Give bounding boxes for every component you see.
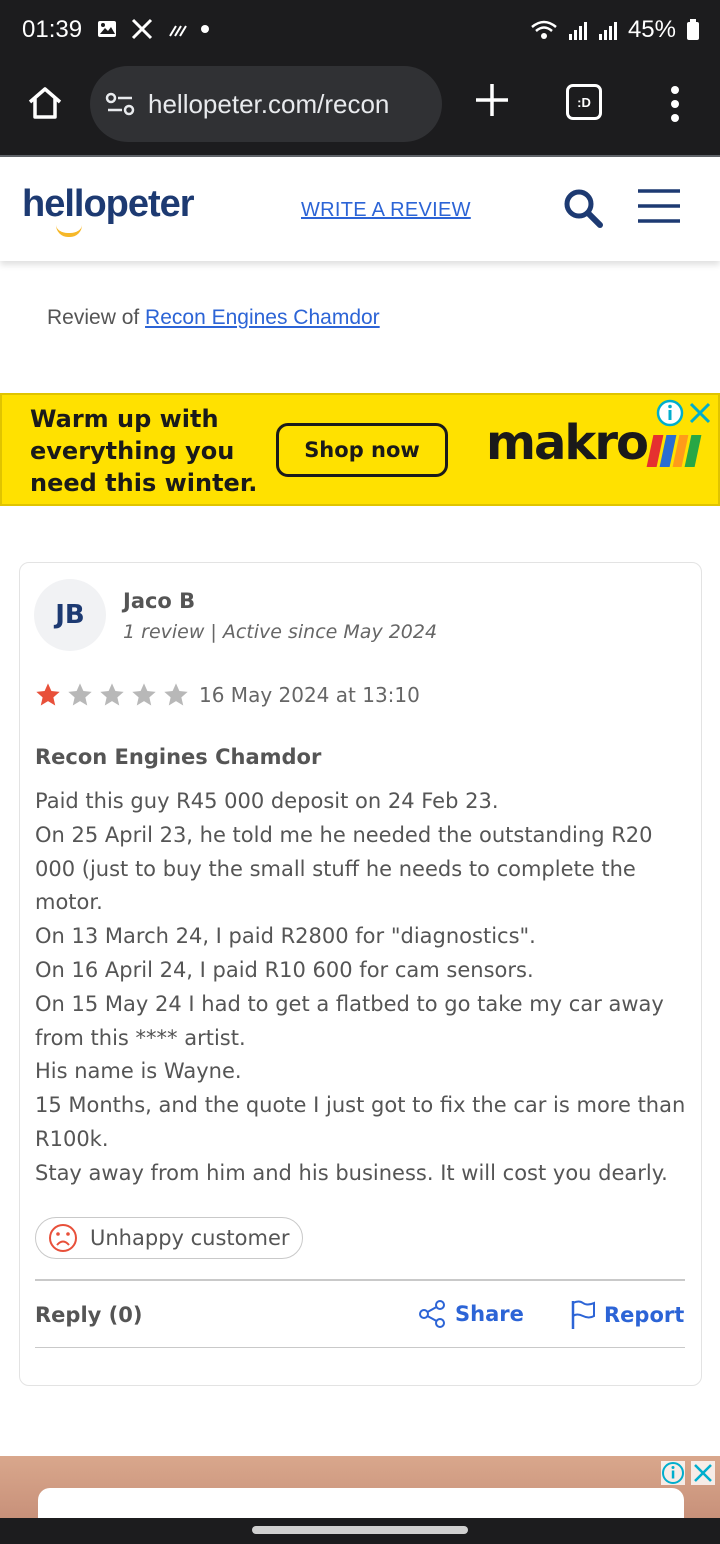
sentiment-badge: Unhappy customer xyxy=(35,1217,303,1259)
system-icons: 45% xyxy=(530,16,700,44)
report-label: Report xyxy=(604,1303,685,1327)
reviewer-meta: 1 review | Active since May 2024 xyxy=(123,621,438,643)
review-date: 16 May 2024 at 13:10 xyxy=(199,683,420,707)
reply-button[interactable]: Reply (0) xyxy=(35,1303,142,1327)
review-line: from this **** artist. xyxy=(35,1025,246,1050)
review-line: On 15 May 24 I had to get a flatbed to g… xyxy=(35,991,664,1016)
ad-close-icon[interactable] xyxy=(690,1460,716,1486)
review-line: 15 Months, and the quote I just got to f… xyxy=(35,1093,686,1118)
review-of-breadcrumb: Review of Recon Engines Chamdor xyxy=(47,306,380,330)
gallery-icon xyxy=(98,21,116,37)
home-icon[interactable] xyxy=(26,84,64,122)
review-line: Stay away from him and his business. It … xyxy=(35,1160,668,1185)
business-link[interactable]: Recon Engines Chamdor xyxy=(145,306,380,329)
star-icon-1 xyxy=(36,683,60,706)
review-of-prefix: Review of xyxy=(47,306,146,329)
review-line: motor. xyxy=(35,890,103,915)
review-line: Paid this guy R45 000 deposit on 24 Feb … xyxy=(35,789,499,813)
status-bar: 01:39 45% xyxy=(0,0,720,62)
star-icon-4 xyxy=(132,683,156,706)
report-button[interactable]: Report xyxy=(570,1299,684,1331)
search-icon[interactable] xyxy=(562,187,604,229)
site-settings-icon[interactable] xyxy=(104,90,136,118)
battery-percent: 45% xyxy=(627,16,676,43)
home-handle[interactable] xyxy=(252,1526,468,1534)
logo-text: hellopeter xyxy=(22,183,195,225)
menu-icon[interactable] xyxy=(636,187,682,225)
shop-now-button[interactable]: Shop now xyxy=(276,423,448,477)
url-text[interactable]: hellopeter.com/recon xyxy=(148,89,389,120)
share-icon xyxy=(419,1300,445,1328)
address-bar[interactable]: hellopeter.com/recon xyxy=(90,66,442,142)
ad-headline: Warm up with everything you need this wi… xyxy=(30,403,257,499)
site-header: hellopeter WRITE A REVIEW xyxy=(0,157,720,261)
signal-icon-2 xyxy=(598,22,617,40)
dot-icon xyxy=(201,25,209,33)
review-line: On 13 March 24, I paid R2800 for "diagno… xyxy=(35,924,536,949)
flag-icon xyxy=(571,1300,595,1329)
signal-boost-icon xyxy=(169,25,187,37)
review-body: Paid this guy R45 000 deposit on 24 Feb … xyxy=(35,785,685,1191)
gesture-nav-bar xyxy=(0,1518,720,1544)
x-icon xyxy=(131,18,153,40)
status-time: 01:39 xyxy=(22,16,83,43)
makro-logo: makro xyxy=(486,415,649,471)
star-icon-3 xyxy=(100,683,124,706)
ad-close-icon[interactable] xyxy=(686,399,714,427)
wifi-icon xyxy=(531,20,557,39)
ad-info-icon[interactable] xyxy=(656,399,684,427)
review-line: R100k. xyxy=(35,1126,109,1151)
reviewer-name[interactable]: Jaco B xyxy=(123,589,195,613)
ad-line-2: everything you xyxy=(30,437,235,465)
ad-line-1: Warm up with xyxy=(30,405,219,433)
review-line: His name is Wayne. xyxy=(35,1059,242,1084)
star-icon-2 xyxy=(68,683,92,706)
star-icon-5 xyxy=(164,683,188,706)
avatar[interactable]: JB xyxy=(34,579,106,651)
battery-icon xyxy=(687,19,699,40)
review-line: 000 (just to buy the small stuff he need… xyxy=(35,856,636,881)
review-line: On 25 April 23, he told me he needed the… xyxy=(35,822,653,847)
write-review-link[interactable]: WRITE A REVIEW xyxy=(301,199,471,222)
review-card: JB Jaco B 1 review | Active since May 20… xyxy=(19,562,702,1386)
new-tab-icon[interactable] xyxy=(472,80,512,120)
tab-switcher-button[interactable]: :D xyxy=(566,84,602,120)
browser-toolbar: hellopeter.com/recon :D xyxy=(0,62,720,156)
hellopeter-logo[interactable]: hellopeter xyxy=(22,183,195,237)
ad-panel xyxy=(38,1488,684,1518)
review-line: On 16 April 24, I paid R10 600 for cam s… xyxy=(35,957,534,982)
notification-icons xyxy=(96,18,210,40)
signal-icon xyxy=(568,22,587,40)
more-menu-icon[interactable] xyxy=(668,84,682,124)
action-divider-top xyxy=(35,1279,685,1281)
share-button[interactable]: Share xyxy=(417,1299,524,1329)
sentiment-label: Unhappy customer xyxy=(90,1226,290,1250)
sad-face-icon xyxy=(49,1224,77,1252)
bottom-ad-banner[interactable] xyxy=(0,1456,720,1518)
review-title: Recon Engines Chamdor xyxy=(35,745,322,769)
ad-line-3: need this winter. xyxy=(30,469,258,497)
star-rating xyxy=(34,681,190,709)
logo-smile xyxy=(56,225,82,237)
share-label: Share xyxy=(455,1302,524,1326)
action-divider-bottom xyxy=(35,1347,685,1348)
makro-stripes-icon xyxy=(646,435,702,467)
makro-ad-banner[interactable]: Warm up with everything you need this wi… xyxy=(0,393,720,506)
ad-info-icon[interactable] xyxy=(660,1460,686,1486)
